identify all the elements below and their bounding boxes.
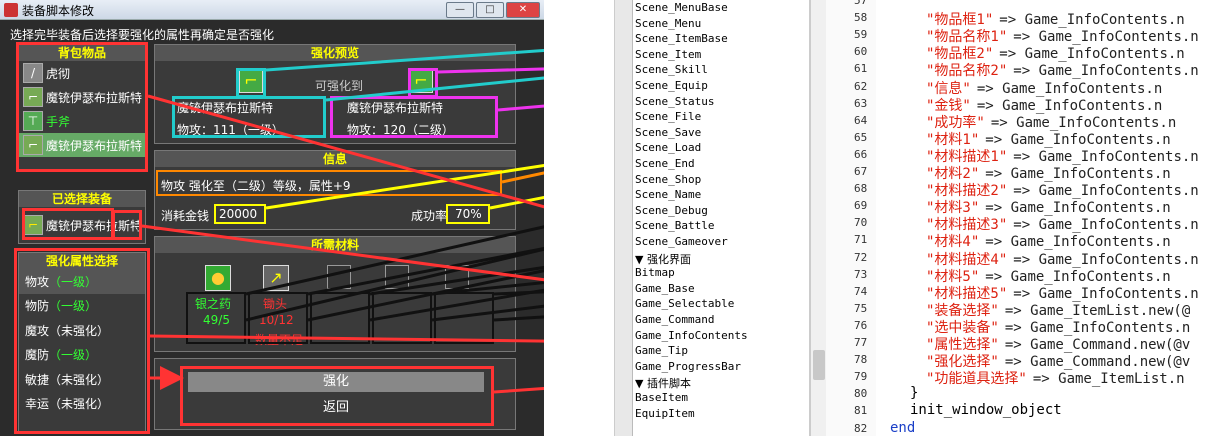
line-number: 69 xyxy=(854,199,868,213)
script-list[interactable]: Scene_MenuBase Scene_Menu Scene_ItemBase Sc… xyxy=(632,0,810,436)
line-number: 62 xyxy=(854,79,868,93)
line-number: 65 xyxy=(854,130,868,144)
script-list-item[interactable]: Scene_Shop xyxy=(635,173,701,188)
separator-bar xyxy=(614,0,632,436)
script-list-item[interactable]: Scene_Gameover xyxy=(635,235,728,250)
code-key: } xyxy=(910,385,919,402)
line-number-gutter: 57 58 59 60 61 62 63 64 65 66 67 68 69 70 71 72 73 74 75 76… xyxy=(826,0,876,436)
script-list-item[interactable]: Game_Command xyxy=(635,313,714,328)
script-list-item[interactable]: ▼ 插件脚本 xyxy=(635,375,691,390)
script-list-item[interactable]: Scene_MenuBase xyxy=(635,1,728,16)
line-number: 77 xyxy=(854,336,868,349)
script-list-item[interactable]: Scene_ItemBase xyxy=(635,32,728,47)
code-line: end xyxy=(890,420,921,436)
script-list-item[interactable]: Scene_Save xyxy=(635,126,701,141)
script-list-item[interactable]: Scene_Name xyxy=(635,188,701,203)
line-number: 75 xyxy=(854,301,868,315)
script-list-item[interactable]: Scene_Equip xyxy=(635,79,708,94)
line-number: 80 xyxy=(854,387,868,401)
line-number: 68 xyxy=(854,182,868,196)
script-list-item[interactable]: Scene_Item xyxy=(635,48,701,63)
script-list-item[interactable]: Game_Base xyxy=(635,282,695,297)
line-number: 63 xyxy=(854,96,868,110)
line-number: 73 xyxy=(854,267,868,281)
script-list-item[interactable]: Scene_End xyxy=(635,157,695,172)
script-list-item[interactable]: Scene_Menu xyxy=(635,17,701,32)
line-number: 81 xyxy=(854,404,868,418)
line-number: 67 xyxy=(854,165,868,178)
scrollbar-thumb[interactable] xyxy=(813,350,825,380)
script-list-item[interactable]: Scene_Debug xyxy=(635,204,708,219)
line-number: 76 xyxy=(854,318,868,332)
line-number: 71 xyxy=(854,233,868,247)
line-number: 74 xyxy=(854,284,868,298)
list-scrollbar[interactable] xyxy=(810,0,826,436)
line-number: 58 xyxy=(854,11,868,25)
line-number: 59 xyxy=(854,28,868,42)
script-list-item[interactable]: Scene_Battle xyxy=(635,219,714,234)
script-list-item[interactable]: ▼ 强化界面 xyxy=(635,251,691,266)
code-key: "功能道具选择" xyxy=(926,371,1027,388)
script-list-item[interactable]: BaseItem xyxy=(635,391,688,406)
line-number: 60 xyxy=(854,45,868,59)
line-number: 57 xyxy=(854,0,868,7)
script-list-item[interactable]: Scene_File xyxy=(635,110,701,125)
script-list-item[interactable]: Game_Tip xyxy=(635,344,688,359)
script-list-item[interactable]: Game_Selectable xyxy=(635,297,734,312)
line-number: 61 xyxy=(854,62,868,76)
code-editor[interactable]: "物品框1" => Game_InfoContents.n "物品名称1" => Ga… xyxy=(876,0,1214,436)
script-list-item[interactable]: Scene_Load xyxy=(635,141,701,156)
code-key: init_window_object xyxy=(910,402,1062,419)
script-list-item[interactable]: Scene_Status xyxy=(635,95,714,110)
line-number: 82 xyxy=(854,421,868,435)
line-number: 78 xyxy=(854,353,868,367)
code-line: } xyxy=(910,385,924,401)
line-number: 66 xyxy=(854,147,868,161)
code-line: "功能道具选择" => Game_ItemList.n xyxy=(926,368,1185,388)
script-list-item[interactable]: EquipItem xyxy=(635,407,695,422)
line-number: 79 xyxy=(854,370,868,384)
line-number: 64 xyxy=(854,113,868,127)
code-line: init_window_object xyxy=(910,402,1068,418)
script-list-item[interactable]: Game_InfoContents xyxy=(635,329,748,344)
script-list-item[interactable]: Scene_Skill xyxy=(635,63,708,78)
line-number: 72 xyxy=(854,250,868,264)
code-value: => Game_ItemList.n xyxy=(1032,371,1185,388)
line-number: 70 xyxy=(854,216,868,230)
script-list-item[interactable]: Bitmap xyxy=(635,266,675,281)
script-list-item[interactable]: Game_ProgressBar xyxy=(635,360,741,375)
code-key: end xyxy=(890,419,916,436)
